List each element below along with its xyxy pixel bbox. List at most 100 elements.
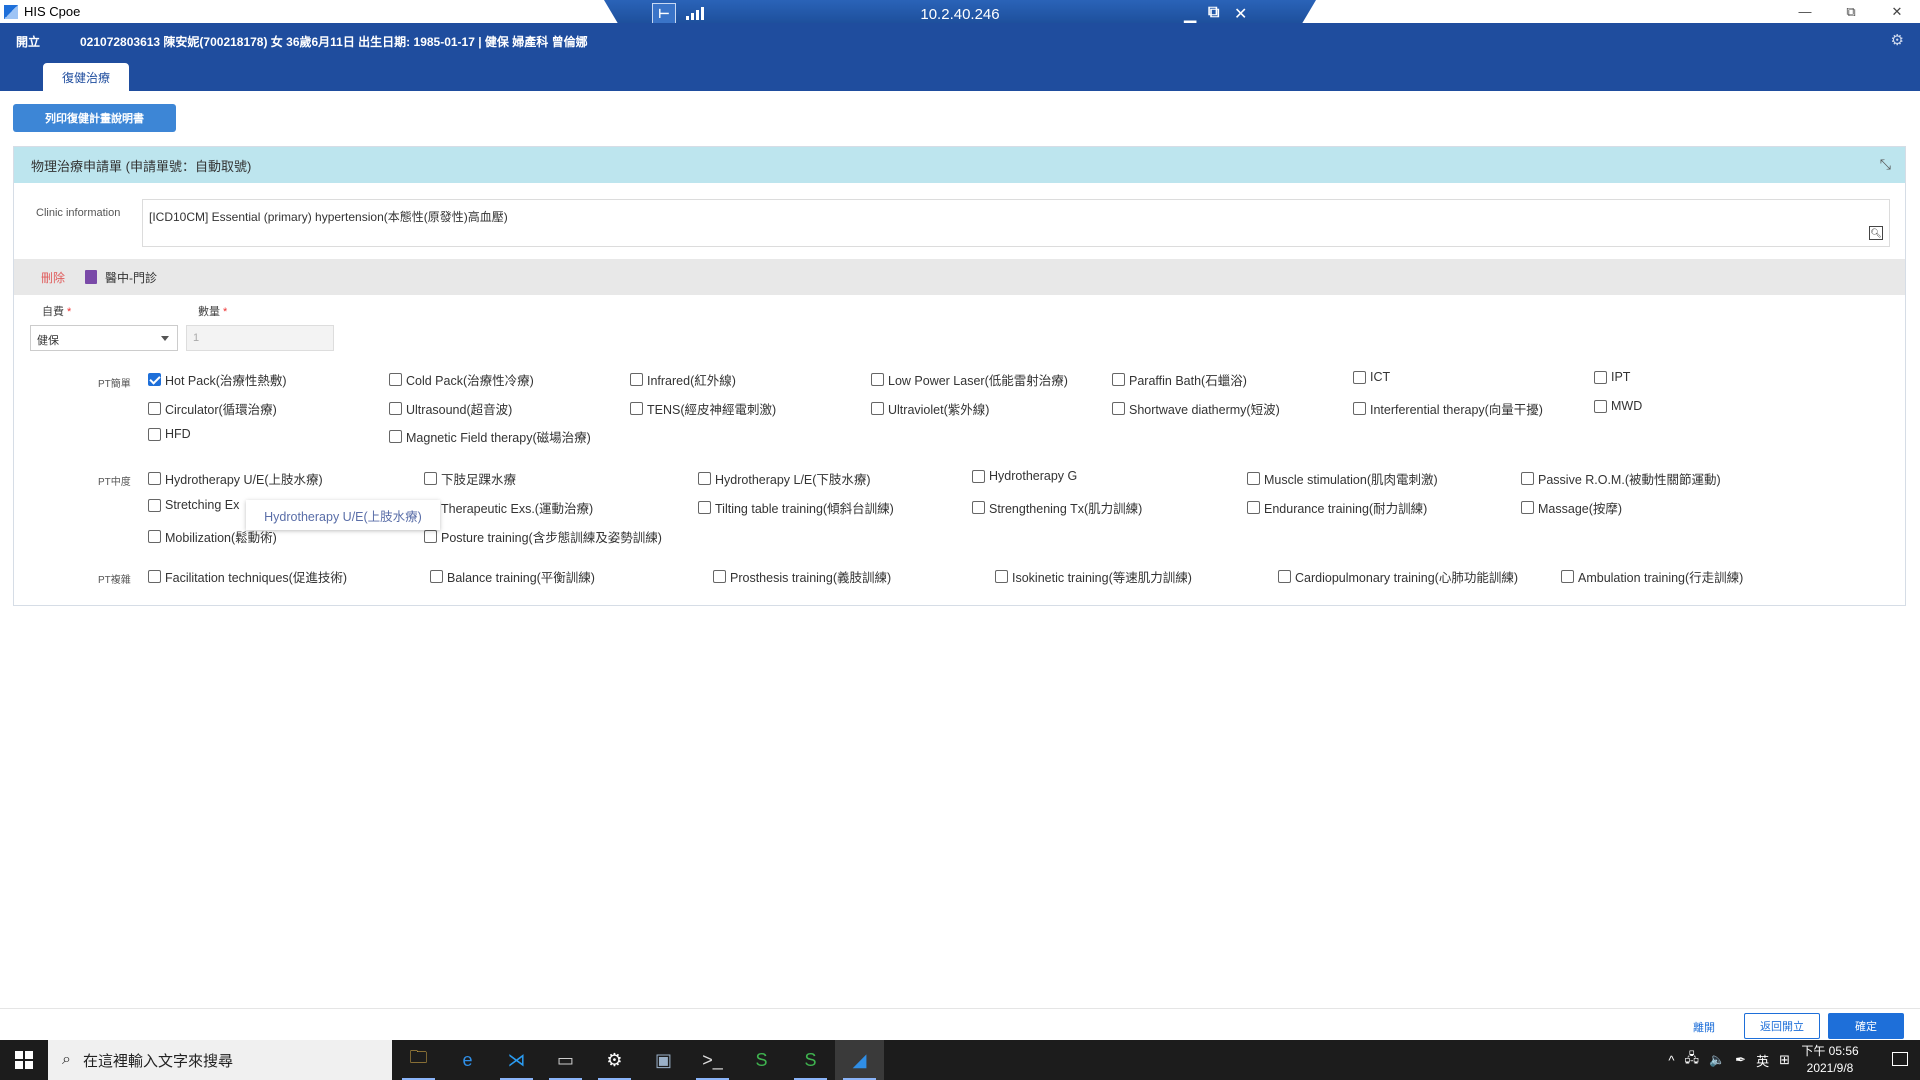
treatment-checkbox[interactable]: [1247, 472, 1260, 485]
treatment-option[interactable]: Balance training(平衡訓練): [430, 567, 595, 586]
treatment-checkbox[interactable]: [1521, 501, 1534, 514]
tray-icon[interactable]: 🔈: [1709, 1052, 1725, 1068]
treatment-checkbox[interactable]: [148, 472, 161, 485]
treatment-option[interactable]: Paraffin Bath(石蠟浴): [1112, 370, 1247, 389]
tab-rehab[interactable]: 復健治療: [43, 63, 129, 91]
clinic-info-field[interactable]: [ICD10CM] Essential (primary) hypertensi…: [142, 199, 1890, 247]
treatment-option[interactable]: Hydrotherapy L/E(下肢水療): [698, 469, 871, 488]
treatment-checkbox[interactable]: [389, 373, 402, 386]
notification-icon[interactable]: [1892, 1052, 1908, 1066]
treatment-checkbox[interactable]: [148, 373, 161, 386]
treatment-checkbox[interactable]: [148, 498, 161, 512]
treatment-checkbox[interactable]: [1594, 370, 1607, 384]
treatment-option[interactable]: 下肢足踝水療: [424, 469, 516, 488]
treatment-checkbox[interactable]: [148, 570, 161, 583]
treatment-checkbox[interactable]: [995, 570, 1008, 583]
close-button[interactable]: ✕: [1874, 0, 1920, 23]
treatment-checkbox[interactable]: [1112, 402, 1125, 415]
start-button[interactable]: [0, 1040, 48, 1080]
delete-button[interactable]: 刪除: [41, 269, 65, 286]
treatment-option[interactable]: Facilitation techniques(促進技術): [148, 567, 347, 586]
treatment-checkbox[interactable]: [630, 402, 643, 415]
back-to-order-button[interactable]: 返回開立: [1744, 1013, 1820, 1039]
treatment-checkbox[interactable]: [871, 373, 884, 386]
treatment-option[interactable]: Tilting table training(傾斜台訓練): [698, 498, 894, 517]
treatment-option[interactable]: ICT: [1353, 370, 1390, 384]
vscode-icon[interactable]: ⋊: [492, 1040, 541, 1080]
treatment-option[interactable]: HFD: [148, 427, 191, 441]
console-icon[interactable]: >_: [688, 1040, 737, 1080]
treatment-option[interactable]: MWD: [1594, 399, 1642, 413]
treatment-checkbox[interactable]: [1353, 402, 1366, 415]
treatment-option[interactable]: Stretching Ex: [148, 498, 239, 512]
treatment-option[interactable]: Passive R.O.M.(被動性關節運動): [1521, 469, 1721, 488]
restore-button[interactable]: ⧉: [1828, 0, 1874, 23]
treatment-option[interactable]: Circulator(循環治療): [148, 399, 277, 418]
treatment-checkbox[interactable]: [972, 469, 985, 483]
treatment-checkbox[interactable]: [698, 501, 711, 514]
terminal-icon[interactable]: ▭: [541, 1040, 590, 1080]
treatment-option[interactable]: Ambulation training(行走訓練): [1561, 567, 1743, 586]
treatment-option[interactable]: Ultraviolet(紫外線): [871, 399, 989, 418]
quantity-input[interactable]: 1: [186, 325, 334, 351]
tray-icon[interactable]: ⊞: [1779, 1052, 1790, 1068]
treatment-checkbox[interactable]: [424, 530, 437, 543]
treatment-option[interactable]: TENS(經皮神經電刺激): [630, 399, 776, 418]
treatment-option[interactable]: Muscle stimulation(肌肉電刺激): [1247, 469, 1438, 488]
tray-icon[interactable]: 🖧: [1684, 1049, 1699, 1071]
fee-type-select[interactable]: 健保: [30, 325, 178, 351]
rdp-restore-icon[interactable]: ⧉: [1208, 4, 1219, 22]
treatment-option[interactable]: Low Power Laser(低能雷射治療): [871, 370, 1068, 389]
remote-desktop-icon[interactable]: ▣: [639, 1040, 688, 1080]
treatment-checkbox[interactable]: [389, 430, 402, 443]
treatment-option[interactable]: Strengthening Tx(肌力訓練): [972, 498, 1142, 517]
rdp-close-icon[interactable]: ✕: [1234, 4, 1247, 24]
treatment-checkbox[interactable]: [389, 402, 402, 415]
treatment-option[interactable]: Ultrasound(超音波): [389, 399, 512, 418]
leave-button[interactable]: 離開: [1693, 1019, 1715, 1035]
treatment-option[interactable]: Therapeutic Exs.(運動治療): [424, 498, 593, 517]
treatment-option[interactable]: Hydrotherapy U/E(上肢水療): [148, 469, 323, 488]
his-cpoe-icon[interactable]: ◢: [835, 1040, 884, 1080]
edge-icon[interactable]: e: [443, 1040, 492, 1080]
treatment-checkbox[interactable]: [1594, 399, 1607, 413]
treatment-option[interactable]: Isokinetic training(等速肌力訓練): [995, 567, 1192, 586]
treatment-checkbox[interactable]: [1521, 472, 1534, 485]
search-icon[interactable]: 🔍︎: [1869, 226, 1883, 240]
treatment-checkbox[interactable]: [1561, 570, 1574, 583]
treatment-checkbox[interactable]: [713, 570, 726, 583]
treatment-checkbox[interactable]: [698, 472, 711, 485]
treatment-checkbox[interactable]: [1112, 373, 1125, 386]
treatment-checkbox[interactable]: [1278, 570, 1291, 583]
minimize-button[interactable]: —: [1782, 0, 1828, 23]
app-s2-icon[interactable]: S: [786, 1040, 835, 1080]
treatment-option[interactable]: Magnetic Field therapy(磁場治療): [389, 427, 591, 446]
treatment-checkbox[interactable]: [148, 402, 161, 415]
treatment-option[interactable]: Interferential therapy(向量干擾): [1353, 399, 1543, 418]
treatment-checkbox[interactable]: [1353, 370, 1366, 384]
collapse-icon[interactable]: ⤡: [1880, 156, 1891, 173]
treatment-checkbox[interactable]: [148, 530, 161, 543]
treatment-option[interactable]: Posture training(含步態訓練及姿勢訓練): [424, 527, 662, 546]
app-s-icon[interactable]: S: [737, 1040, 786, 1080]
treatment-checkbox[interactable]: [424, 472, 437, 485]
confirm-button[interactable]: 確定: [1828, 1013, 1904, 1039]
treatment-option[interactable]: Shortwave diathermy(短波): [1112, 399, 1280, 418]
treatment-option[interactable]: Hydrotherapy G: [972, 469, 1077, 483]
tray-icon[interactable]: ✒: [1735, 1052, 1746, 1068]
treatment-checkbox[interactable]: [972, 501, 985, 514]
treatment-option[interactable]: Prosthesis training(義肢訓練): [713, 567, 891, 586]
treatment-checkbox[interactable]: [1247, 501, 1260, 514]
taskbar-search[interactable]: ⌕ 在這裡輸入文字來搜尋: [48, 1040, 392, 1080]
treatment-option[interactable]: IPT: [1594, 370, 1630, 384]
treatment-option[interactable]: Infrared(紅外線): [630, 370, 736, 389]
treatment-option[interactable]: Cardiopulmonary training(心肺功能訓練): [1278, 567, 1518, 586]
treatment-option[interactable]: Endurance training(耐力訓練): [1247, 498, 1427, 517]
treatment-checkbox[interactable]: [430, 570, 443, 583]
taskbar-clock[interactable]: 下午 05:56 2021/9/8: [1792, 1043, 1868, 1077]
tray-icon[interactable]: ^: [1668, 1053, 1674, 1068]
settings-icon[interactable]: ⚙: [590, 1040, 639, 1080]
gear-icon[interactable]: ⚙: [1891, 31, 1904, 49]
treatment-checkbox[interactable]: [630, 373, 643, 386]
print-plan-button[interactable]: 列印復健計畫說明書: [13, 104, 176, 132]
